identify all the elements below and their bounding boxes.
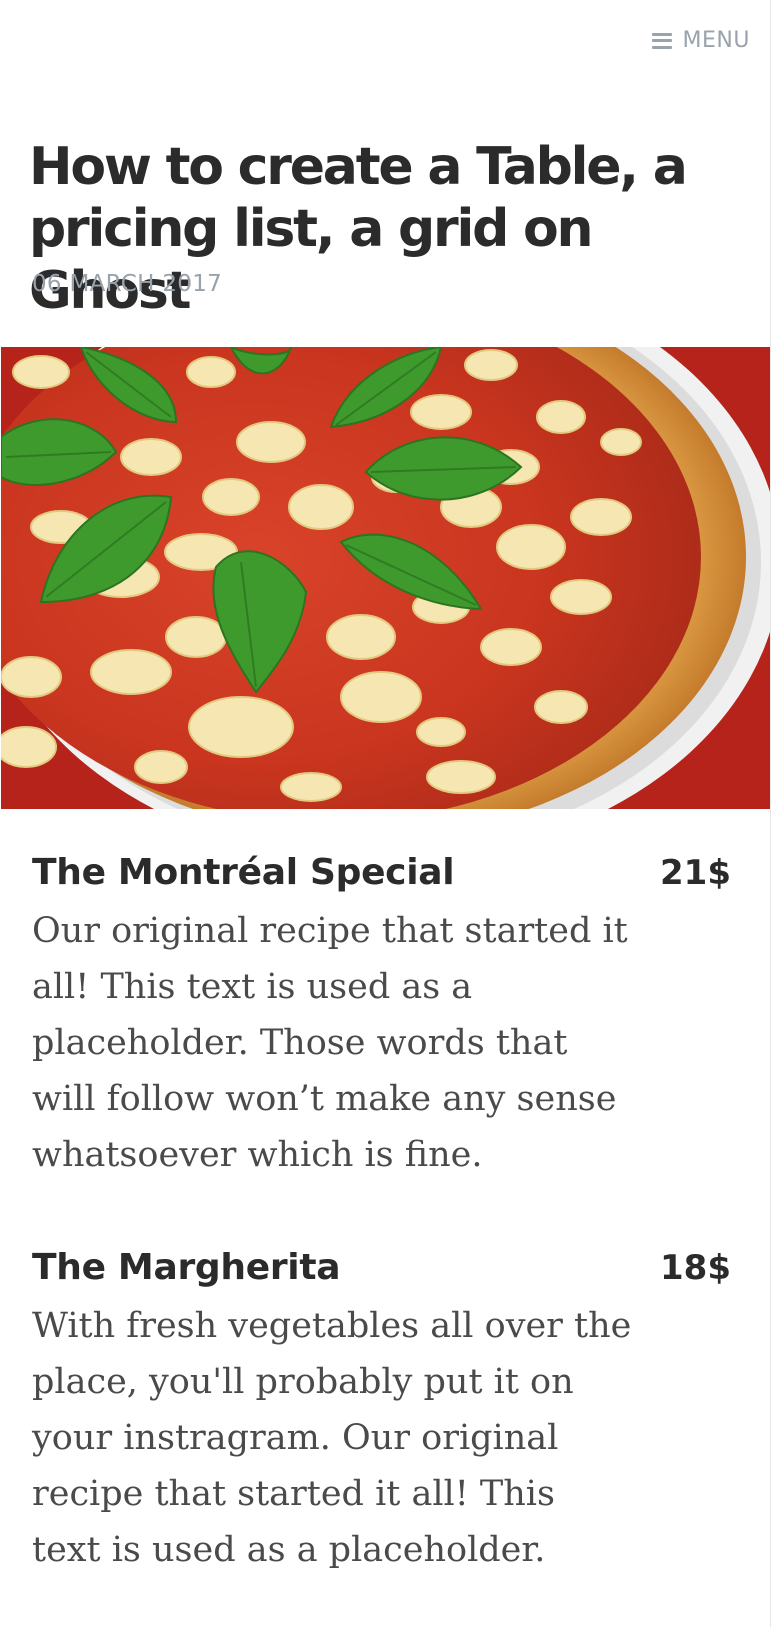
item-price: 21$	[660, 853, 731, 893]
menu-item-header: The Montréal Special 21$	[32, 852, 740, 893]
item-name: The Montréal Special	[32, 852, 455, 893]
menu-item-header: The Margherita 18$	[32, 1247, 740, 1288]
item-description: Our original recipe that started it all!…	[32, 911, 628, 1175]
menu-button[interactable]: MENU	[651, 28, 750, 53]
item-description: With fresh vegetables all over the place…	[32, 1306, 632, 1570]
post-date: 06 MARCH 2017	[32, 271, 223, 297]
menu-item: The Margherita 18$ With fresh vegetables…	[32, 1247, 740, 1578]
item-price: 18$	[660, 1248, 731, 1288]
hero-image	[1, 347, 770, 809]
item-name: The Margherita	[32, 1247, 341, 1288]
hamburger-icon	[651, 32, 672, 49]
pizza-illustration	[1, 347, 770, 809]
menu-item: The Montréal Special 21$ Our original re…	[32, 852, 740, 1183]
page: MENU How to create a Table, a pricing li…	[0, 0, 771, 1627]
menu-label: MENU	[682, 28, 750, 53]
